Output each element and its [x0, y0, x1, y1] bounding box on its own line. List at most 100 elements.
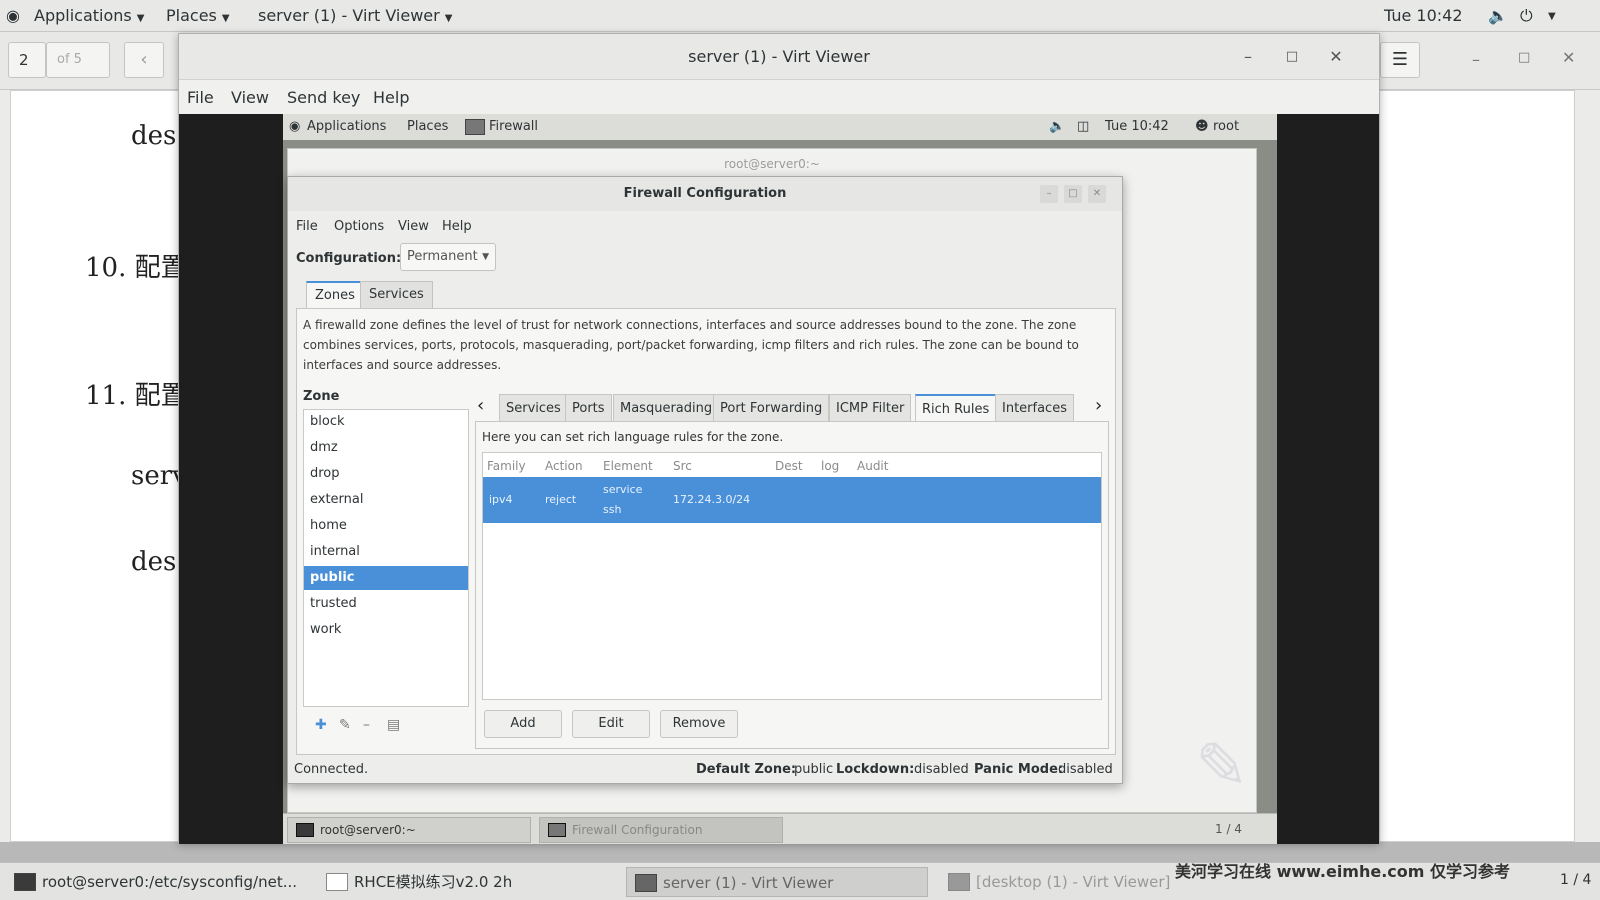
close-icon[interactable]: ✕ [1088, 185, 1106, 203]
column-header[interactable]: Element [603, 459, 653, 473]
close-icon[interactable]: ✕ [1562, 48, 1575, 67]
page-number-input[interactable]: 2 [8, 42, 46, 78]
volume-icon[interactable]: 🔈 [1049, 119, 1065, 134]
connection-status: Connected. [294, 762, 369, 777]
zones-panel: A firewalld zone defines the level of tr… [296, 308, 1116, 755]
configuration-select[interactable]: Permanent ▼ [400, 243, 496, 271]
fw-menu-file[interactable]: File [296, 219, 318, 234]
rule-element-name: ssh [603, 503, 622, 516]
edit-zone-icon[interactable]: ✎ [339, 717, 351, 733]
column-header[interactable]: Family [487, 459, 526, 473]
guest-desktop[interactable]: ◉ Applications Places Firewall 🔈 ◫ Tue 1… [283, 114, 1277, 844]
host-task-terminal[interactable]: root@server0:/etc/sysconfig/net... [6, 867, 302, 897]
rich-rules-info: Here you can set rich language rules for… [482, 430, 784, 444]
zone-item[interactable]: internal [304, 540, 468, 564]
zone-item[interactable]: trusted [304, 592, 468, 616]
active-app-menu[interactable]: server (1) - Virt Viewer ▼ [258, 6, 452, 25]
workspace-indicator[interactable]: 1 / 4 [1560, 872, 1591, 888]
menu-file[interactable]: File [187, 88, 214, 107]
column-header[interactable]: Src [673, 459, 692, 473]
edit-rule-button[interactable]: Edit [572, 710, 650, 738]
zone-heading: Zone [303, 389, 340, 404]
power-icon[interactable]: ⏻ [1520, 6, 1533, 26]
column-header[interactable]: Dest [775, 459, 803, 473]
guest-clock[interactable]: Tue 10:42 [1105, 119, 1169, 134]
zone-item[interactable]: dmz [304, 436, 468, 460]
task-label: root@server0:/etc/sysconfig/net... [42, 873, 297, 891]
subtab-icmp-filter[interactable]: ICMP Filter [829, 394, 912, 422]
terminal-icon [296, 823, 314, 837]
subtab-ports[interactable]: Ports [565, 394, 612, 422]
column-header[interactable]: Action [545, 459, 583, 473]
guest-task-firewall[interactable]: Firewall Configuration [539, 817, 783, 843]
menu-view[interactable]: View [231, 88, 269, 107]
minimize-icon[interactable]: – [1237, 46, 1259, 68]
column-header[interactable]: Audit [857, 459, 888, 473]
previous-page-button[interactable]: ‹ [124, 42, 164, 78]
host-top-bar: ◉ Applications ▼ Places ▼ server (1) - Vir… [0, 0, 1600, 32]
firewall-icon [548, 823, 566, 837]
zone-item[interactable]: external [304, 488, 468, 512]
load-defaults-icon[interactable]: ▤ [387, 717, 400, 733]
guest-task-terminal[interactable]: root@server0:~ [287, 817, 531, 843]
task-label: RHCE模拟练习v2.0 2h [354, 873, 513, 891]
default-zone-value: public [794, 762, 834, 777]
zone-item[interactable]: work [304, 618, 468, 642]
guest-user-menu[interactable]: root [1213, 119, 1239, 134]
rule-element-type: service [603, 483, 643, 496]
minimize-icon[interactable]: – [1472, 50, 1480, 69]
guest-places-menu[interactable]: Places [407, 119, 448, 134]
chevron-down-icon[interactable]: ▼ [1548, 11, 1556, 22]
tabs-right-arrow-icon[interactable]: › [1095, 395, 1102, 416]
host-task-virt-viewer[interactable]: server (1) - Virt Viewer [626, 867, 928, 897]
add-zone-icon[interactable]: ✚ [315, 717, 327, 733]
monitor-icon [948, 873, 970, 891]
subtab-masquerading[interactable]: Masquerading [613, 394, 720, 422]
maximize-icon[interactable]: □ [1281, 46, 1303, 68]
terminal-title: root@server0:~ [724, 157, 820, 171]
host-task-document[interactable]: RHCE模拟练习v2.0 2h [318, 867, 614, 897]
subtab-rich-rules[interactable]: Rich Rules [915, 394, 997, 422]
zone-item[interactable]: home [304, 514, 468, 538]
menu-help[interactable]: Help [373, 88, 409, 107]
menu-send-key[interactable]: Send key [287, 88, 360, 107]
task-label: Firewall Configuration [572, 823, 703, 837]
zone-item-selected[interactable]: public [304, 566, 468, 590]
site-watermark: 美河学习在线 www.eimhe.com 仅学习参考 [1175, 862, 1511, 881]
add-rule-button[interactable]: Add [484, 710, 562, 738]
applications-menu[interactable]: Applications ▼ [34, 6, 144, 25]
tabs-left-arrow-icon[interactable]: ‹ [477, 395, 484, 416]
volume-icon[interactable]: 🔈 [1488, 6, 1508, 25]
maximize-icon[interactable]: □ [1518, 50, 1530, 65]
subtab-port-forwarding[interactable]: Port Forwarding [713, 394, 830, 422]
guest-active-app[interactable]: Firewall [489, 119, 538, 134]
column-header[interactable]: log [821, 459, 839, 473]
guest-applications-menu[interactable]: Applications [307, 119, 386, 134]
close-icon[interactable]: ✕ [1325, 46, 1347, 68]
remove-zone-icon[interactable]: – [363, 717, 370, 733]
minimize-icon[interactable]: – [1040, 185, 1058, 203]
tab-zones[interactable]: Zones [306, 281, 364, 309]
doc-line: des [131, 547, 177, 577]
maximize-icon[interactable]: □ [1064, 185, 1082, 203]
fw-menu-help[interactable]: Help [442, 219, 472, 234]
configuration-value: Permanent [407, 249, 478, 264]
host-task-desktop-viewer[interactable]: [desktop (1) - Virt Viewer] [940, 867, 1180, 897]
status-bar: Connected. Default Zone: public Lockdown… [288, 757, 1122, 783]
table-row[interactable]: ipv4 reject service ssh 172.24.3.0/24 [483, 477, 1101, 523]
task-label: server (1) - Virt Viewer [663, 874, 834, 892]
network-icon[interactable]: ◫ [1077, 119, 1089, 134]
subtab-services[interactable]: Services [499, 394, 568, 422]
zone-description: A firewalld zone defines the level of tr… [303, 318, 1079, 372]
zone-item[interactable]: block [304, 410, 468, 434]
places-menu[interactable]: Places ▼ [166, 6, 230, 25]
subtab-interfaces[interactable]: Interfaces [995, 394, 1074, 422]
fw-menu-view[interactable]: View [398, 219, 429, 234]
zone-item[interactable]: drop [304, 462, 468, 486]
remove-rule-button[interactable]: Remove [660, 710, 738, 738]
menu-icon[interactable]: ☰ [1380, 42, 1420, 78]
fw-menu-options[interactable]: Options [334, 219, 384, 234]
workspace-indicator[interactable]: 1 / 4 [1215, 822, 1242, 836]
tab-services[interactable]: Services [360, 281, 433, 309]
clock[interactable]: Tue 10:42 [1384, 6, 1463, 25]
